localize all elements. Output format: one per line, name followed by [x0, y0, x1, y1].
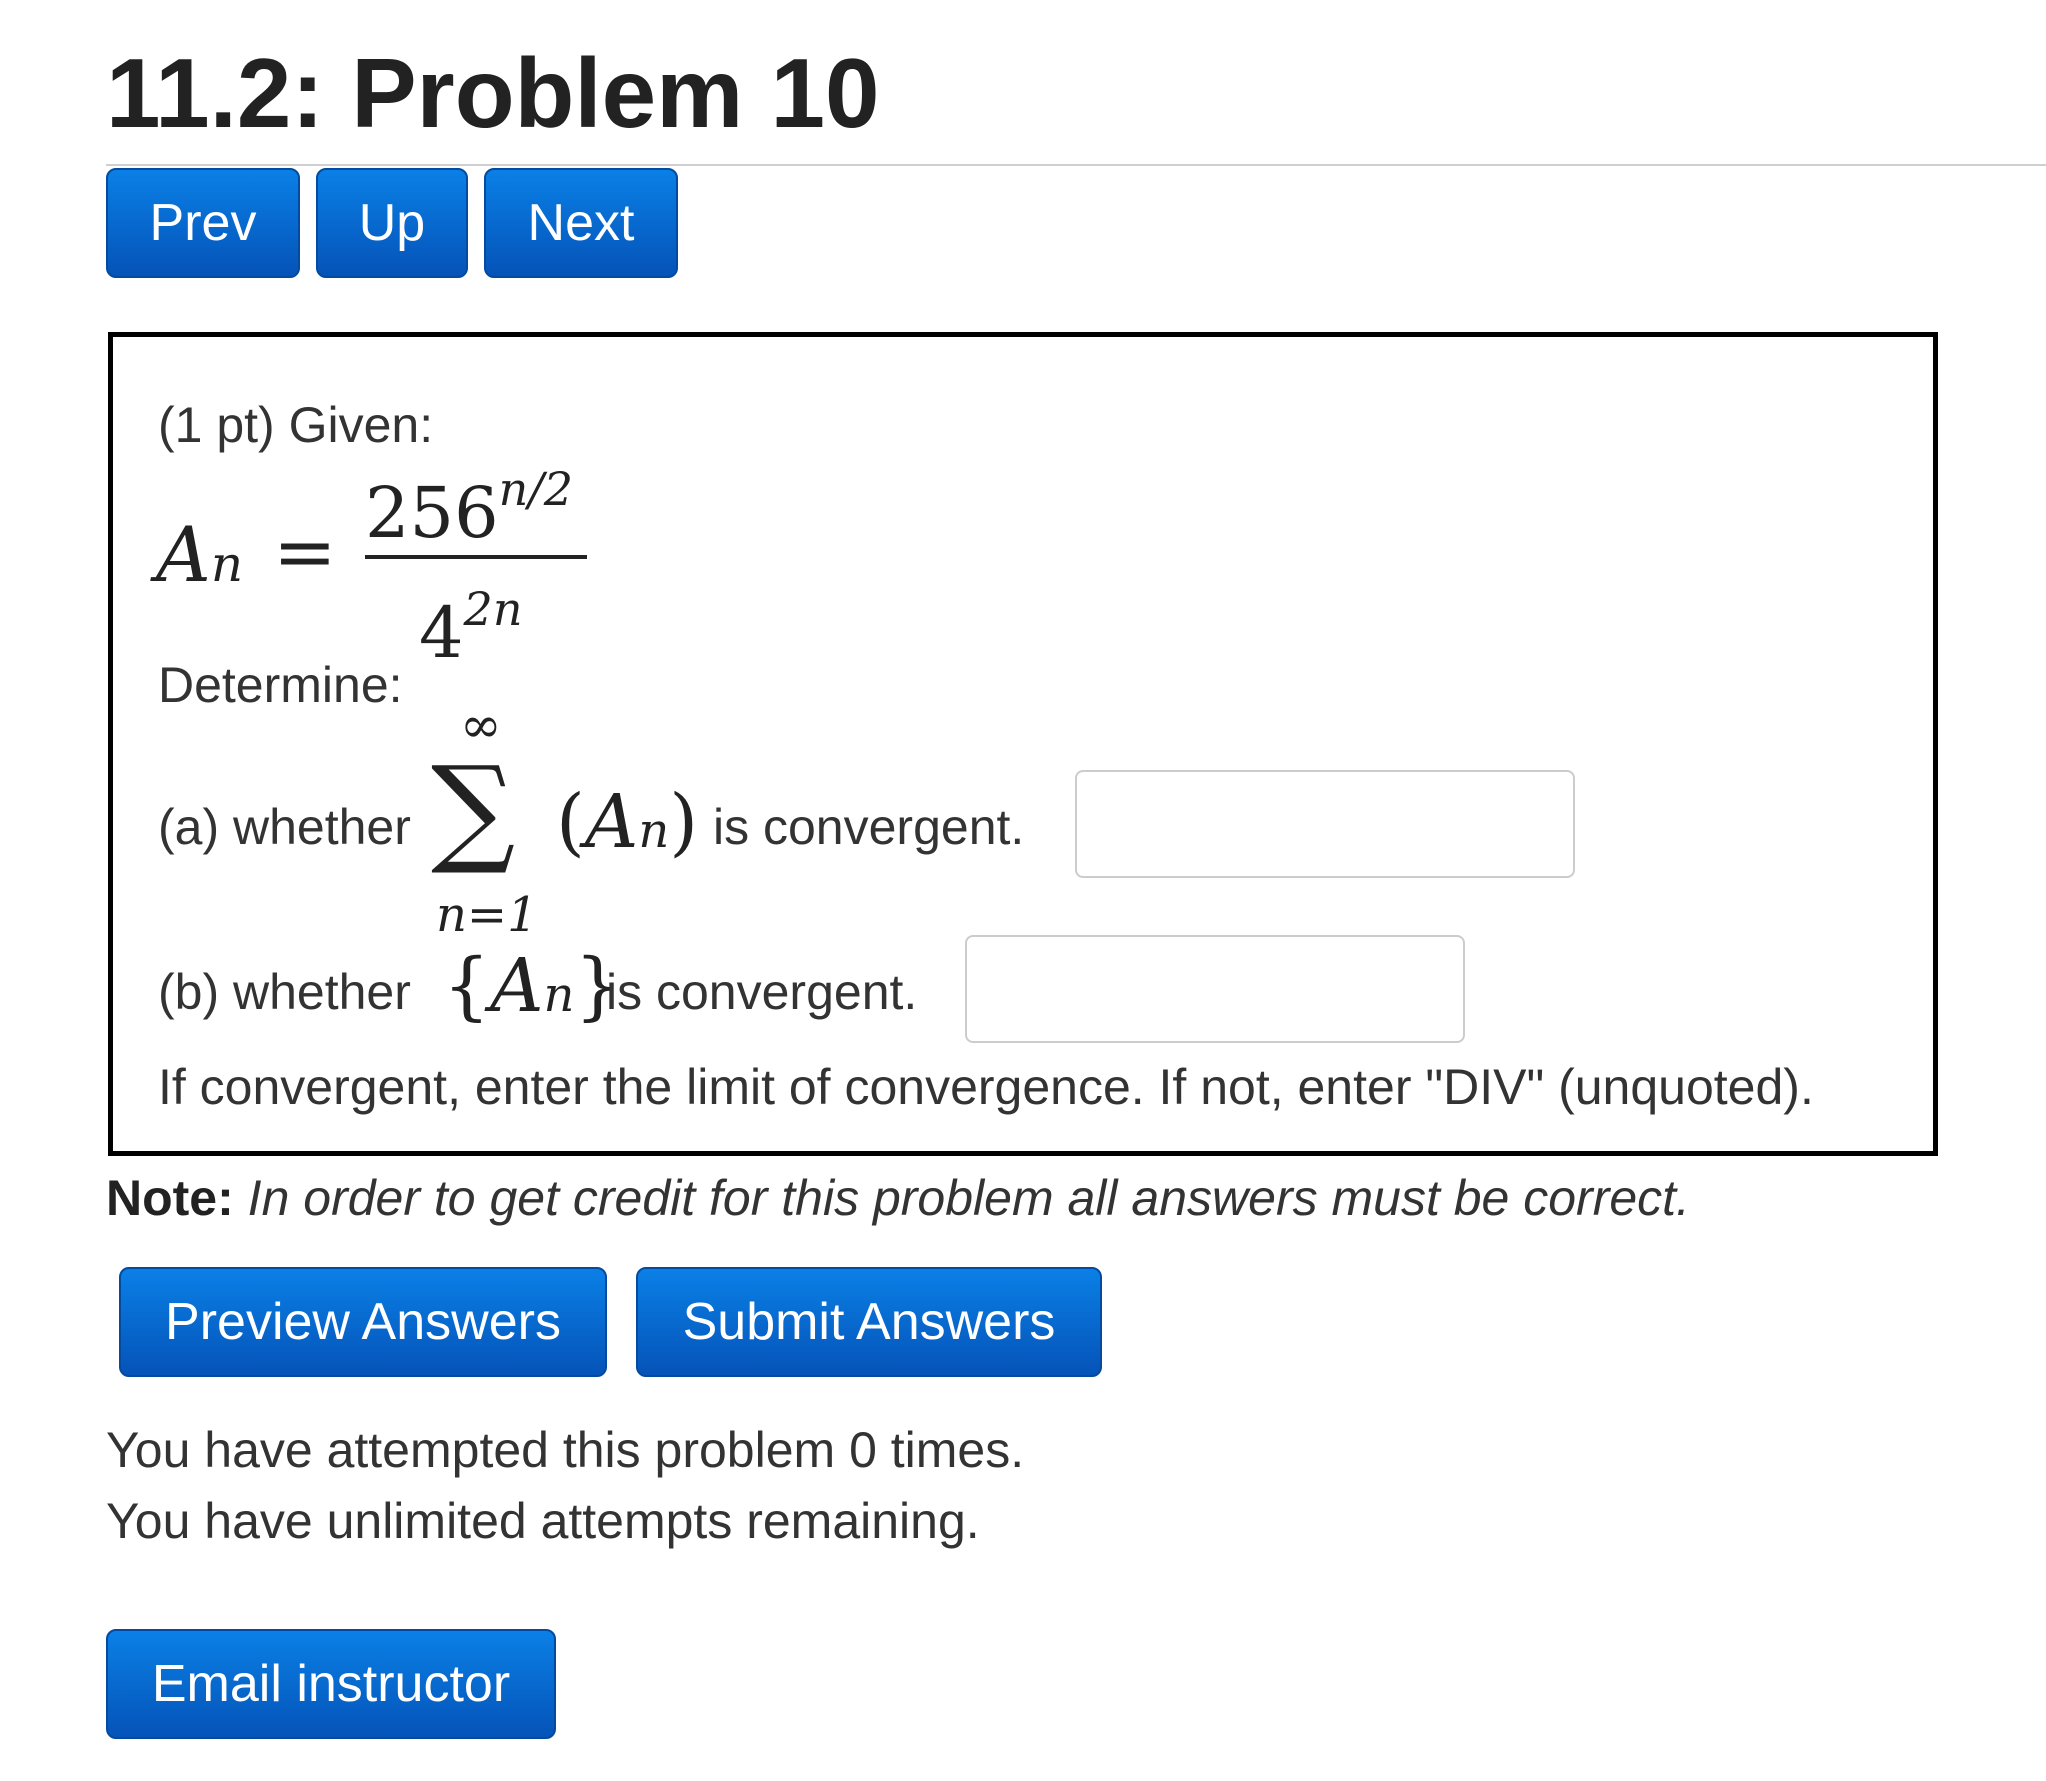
formula-equals: =	[273, 507, 337, 596]
part-b-term-sub: n	[543, 967, 575, 1023]
part-b-term-base: A	[490, 943, 544, 1029]
part-b-open-brace: {	[443, 943, 491, 1029]
points-intro: (1 pt) Given:	[158, 397, 434, 453]
numerator-exp: n/2	[498, 462, 573, 516]
sum-symbol: ∑	[431, 740, 516, 878]
part-a-close-paren: )	[669, 779, 699, 865]
part-b-suffix: is convergent.	[606, 964, 918, 1020]
part-b-answer-input[interactable]	[965, 935, 1465, 1043]
denominator-exp: 2n	[463, 582, 523, 636]
note-line: Note: In order to get credit for this pr…	[106, 1166, 1690, 1230]
part-a-prefix: (a) whether	[158, 799, 411, 855]
title-divider	[106, 164, 2046, 166]
formula-lhs-base: A	[156, 510, 211, 599]
prev-button[interactable]: Prev	[106, 168, 300, 278]
part-a-answer-input[interactable]	[1075, 770, 1575, 878]
submit-answers-button[interactable]: Submit Answers	[636, 1267, 1102, 1377]
email-instructor-button[interactable]: Email instructor	[106, 1629, 556, 1739]
sum-lower-limit: n=1	[436, 887, 538, 943]
part-a-term-base: A	[584, 779, 639, 865]
part-b-term: {An}	[443, 941, 622, 1040]
part-b-prefix: (b) whether	[158, 964, 411, 1020]
denominator-base: 4	[419, 592, 464, 674]
next-button[interactable]: Next	[484, 168, 678, 278]
part-a-suffix: is convergent.	[713, 799, 1025, 855]
fraction-bar	[365, 555, 587, 559]
formula-lhs: An	[156, 510, 243, 609]
formula-denominator: 42n	[419, 569, 522, 673]
determine-label: Determine:	[158, 657, 403, 713]
up-button[interactable]: Up	[316, 168, 468, 278]
problem-box: (1 pt) Given: An = 256n/2 42n Determine:…	[108, 332, 1938, 1156]
sum-lower-text: n=1	[436, 887, 538, 943]
remaining-status: You have unlimited attempts remaining.	[106, 1493, 980, 1549]
numerator-base: 256	[365, 472, 499, 554]
formula-lhs-sub: n	[210, 535, 244, 593]
note-text: In order to get credit for this problem …	[247, 1170, 1690, 1226]
page-title: 11.2: Problem 10	[106, 38, 880, 148]
attempts-status: You have attempted this problem 0 times.	[106, 1422, 1025, 1478]
part-a-term-sub: n	[638, 803, 670, 859]
preview-answers-button[interactable]: Preview Answers	[119, 1267, 607, 1377]
part-a-term: (An)	[556, 777, 698, 876]
formula-numerator: 256n/2	[365, 449, 573, 553]
note-label: Note:	[106, 1170, 234, 1226]
instructions-text: If convergent, enter the limit of conver…	[158, 1059, 1814, 1115]
part-a-open-paren: (	[556, 779, 585, 865]
